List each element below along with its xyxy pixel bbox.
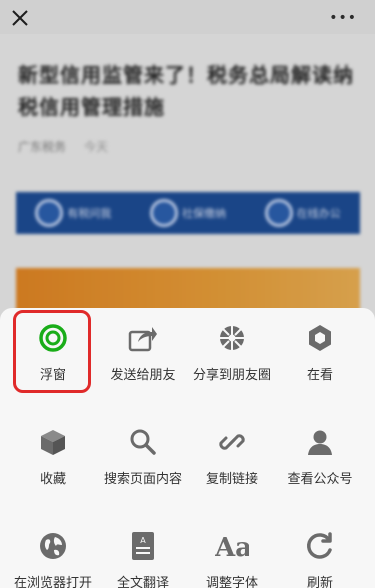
menu-item-label: 在看 [306, 368, 333, 383]
person-icon [306, 428, 334, 456]
menu-item-label: 调整字体 [205, 576, 258, 588]
menu-item-label: 全文翻译 [116, 576, 169, 588]
menu-item-adjust-font[interactable]: Aa 调整字体 [185, 522, 279, 588]
highlight-box [13, 310, 91, 393]
svg-text:Aa: Aa [215, 533, 249, 560]
svg-text:A: A [140, 536, 146, 545]
menu-item-favorite[interactable]: 收藏 [6, 418, 100, 487]
wow-icon [305, 323, 335, 353]
menu-item-copy-link[interactable]: 复制链接 [185, 418, 279, 487]
menu-item-open-browser[interactable]: 在浏览器打开 [6, 522, 100, 588]
search-icon [129, 428, 157, 456]
link-icon [218, 428, 246, 456]
menu-item-label: 在浏览器打开 [13, 576, 92, 588]
menu-item-send-to-friend[interactable]: 发送给朋友 [96, 314, 190, 383]
menu-item-label: 查看公众号 [287, 472, 353, 487]
refresh-icon [305, 531, 335, 561]
menu-item-translate[interactable]: A 全文翻译 [96, 522, 190, 588]
translate-document-icon: A [130, 531, 156, 561]
menu-item-label: 发送给朋友 [110, 368, 176, 383]
menu-row: 收藏 搜索页面内容 复制链接 查看公众号 [0, 418, 375, 508]
moments-icon [217, 323, 247, 353]
menu-item-wow[interactable]: 在看 [273, 314, 367, 383]
menu-item-view-account[interactable]: 查看公众号 [273, 418, 367, 487]
menu-item-label: 分享到朋友圈 [192, 368, 271, 383]
menu-item-label: 收藏 [39, 472, 66, 487]
menu-row: 在浏览器打开 A 全文翻译 Aa 调整字体 刷新 [0, 522, 375, 588]
menu-item-search-page[interactable]: 搜索页面内容 [96, 418, 190, 487]
menu-item-label: 刷新 [306, 576, 333, 588]
menu-item-label: 搜索页面内容 [103, 472, 182, 487]
menu-item-label: 复制链接 [205, 472, 258, 487]
share-arrow-icon [128, 324, 158, 352]
globe-icon [38, 531, 68, 561]
favorite-cube-icon [39, 428, 67, 456]
menu-item-refresh[interactable]: 刷新 [273, 522, 367, 588]
font-size-icon: Aa [215, 532, 249, 560]
menu-item-share-moments[interactable]: 分享到朋友圈 [185, 314, 279, 383]
